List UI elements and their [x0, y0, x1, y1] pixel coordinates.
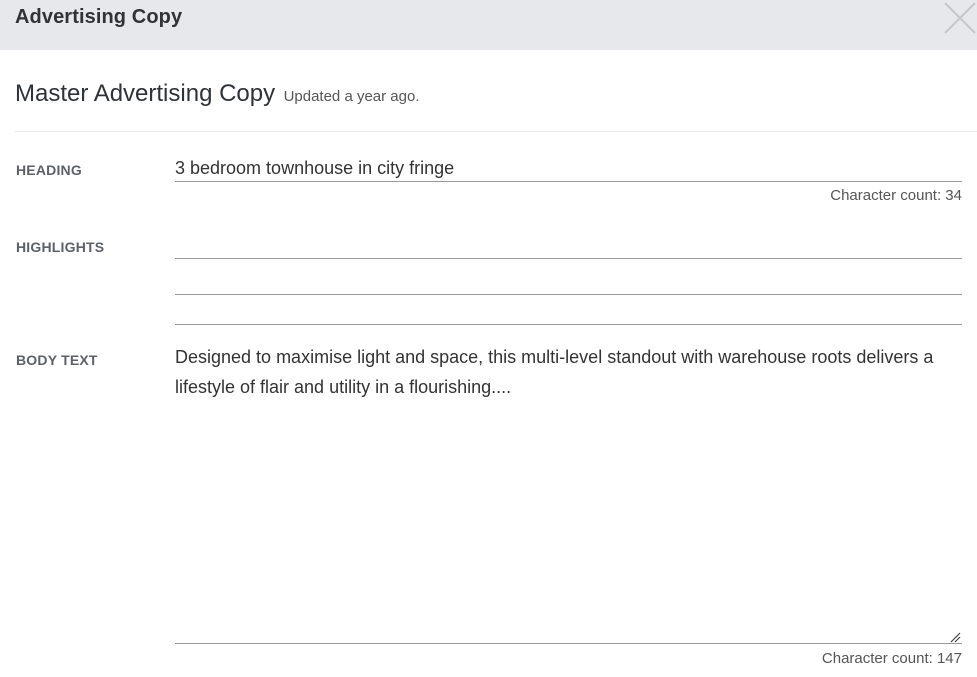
updated-timestamp: Updated a year ago.	[283, 88, 420, 105]
heading-character-count: Character count: 34	[830, 187, 962, 204]
close-icon	[944, 2, 976, 34]
heading-label: HEADING	[16, 162, 82, 178]
resize-handle-icon[interactable]	[950, 632, 961, 643]
body-text-label: BODY TEXT	[16, 352, 98, 368]
highlights-label: HIGHLIGHTS	[16, 239, 105, 255]
section-header: Master Advertising Copy Updated a year a…	[15, 80, 420, 108]
highlight-input-2[interactable]	[175, 268, 962, 295]
modal-header: Advertising Copy	[0, 0, 977, 50]
close-button[interactable]	[943, 0, 977, 34]
body-text-textarea[interactable]: Designed to maximise light and space, th…	[175, 342, 962, 644]
section-title: Master Advertising Copy	[15, 80, 276, 107]
modal-title: Advertising Copy	[15, 6, 183, 28]
advertising-copy-modal: Advertising Copy Master Advertising Copy…	[0, 0, 977, 677]
highlight-input-1[interactable]	[175, 232, 962, 259]
highlight-input-3[interactable]	[175, 298, 962, 325]
heading-input[interactable]	[175, 155, 962, 182]
body-text-character-count: Character count: 147	[821, 650, 962, 667]
divider	[15, 131, 977, 132]
